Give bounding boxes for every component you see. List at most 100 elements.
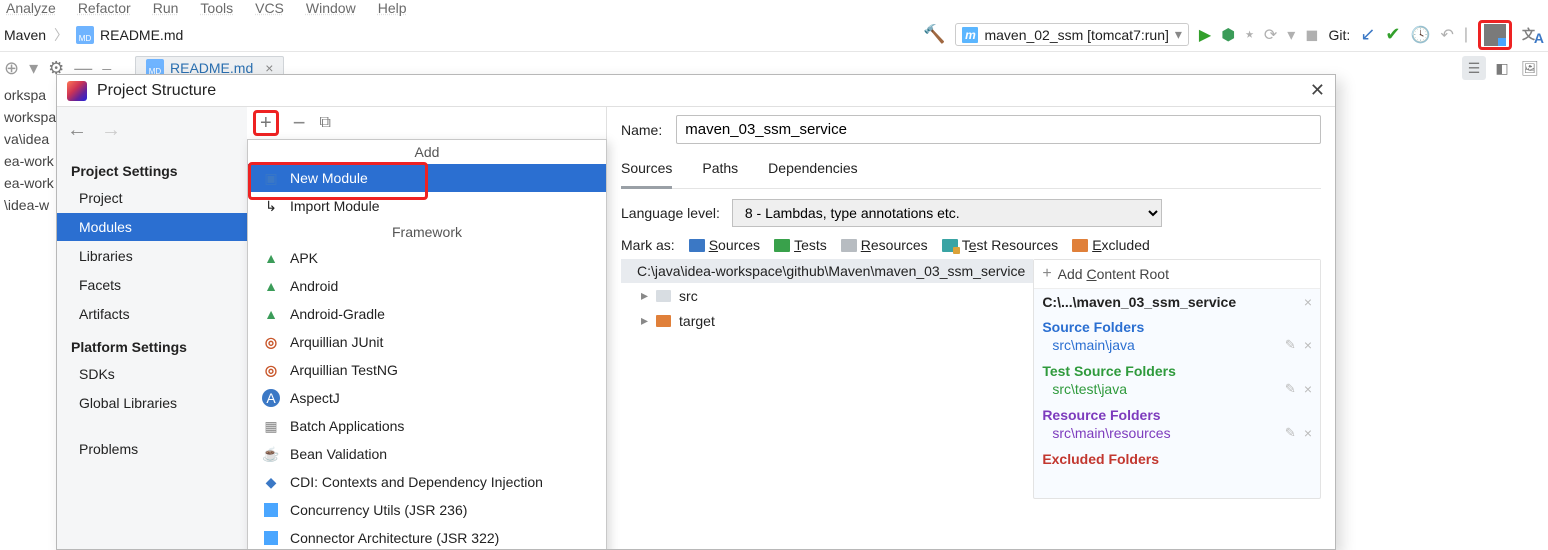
- tab-dependencies[interactable]: Dependencies: [768, 154, 858, 188]
- remove-root-icon[interactable]: ×: [1304, 294, 1312, 310]
- mark-resources-button[interactable]: Resources: [841, 237, 928, 253]
- close-icon[interactable]: ✕: [1310, 80, 1325, 101]
- menu-bar: Analyze Refactor Run Tools VCS Window He…: [0, 0, 1548, 18]
- expand-icon[interactable]: ▸: [641, 312, 648, 329]
- menu-help[interactable]: Help: [378, 0, 407, 18]
- menu-window[interactable]: Window: [306, 0, 356, 18]
- content-root-node[interactable]: C:\java\idea-workspace\github\Maven\mave…: [621, 259, 1033, 283]
- run-icon[interactable]: ▶: [1199, 25, 1211, 45]
- module-tabs: Sources Paths Dependencies: [621, 154, 1321, 189]
- remove-icon[interactable]: ×: [1304, 381, 1312, 397]
- mark-excluded-button[interactable]: Excluded: [1072, 237, 1150, 253]
- add-config-icon[interactable]: ⊕: [4, 58, 19, 79]
- popup-item-aspectj[interactable]: AAspectJ: [248, 384, 606, 412]
- git-label: Git:: [1329, 27, 1351, 43]
- popup-item-android[interactable]: ▲Android: [248, 272, 606, 300]
- remove-module-button[interactable]: −: [293, 110, 306, 136]
- popup-item-label: Connector Architecture (JSR 322): [290, 530, 499, 546]
- test-source-folder-item[interactable]: src\test\java ✎×: [1034, 379, 1320, 403]
- menu-analyze[interactable]: Analyze: [6, 0, 56, 18]
- content-root-item[interactable]: C:\...\maven_03_ssm_service ×: [1034, 289, 1320, 315]
- run-config-selector[interactable]: m maven_02_ssm [tomcat7:run] ▾: [955, 23, 1188, 46]
- import-icon: ↳: [262, 197, 280, 215]
- add-popup: Add ▣ New Module ↳ Import Module Framewo…: [247, 139, 607, 549]
- back-icon[interactable]: ←: [67, 119, 87, 142]
- popup-item-bean-validation[interactable]: ☕Bean Validation: [248, 440, 606, 468]
- source-folder-item[interactable]: src\main\java ✎×: [1034, 335, 1320, 359]
- sidebar-item-project[interactable]: Project: [57, 184, 247, 212]
- debug-icon[interactable]: ⬢: [1221, 25, 1235, 45]
- mark-tests-button[interactable]: Tests: [774, 237, 827, 253]
- forward-icon[interactable]: →: [101, 119, 121, 142]
- git-update-icon[interactable]: ↙: [1360, 24, 1375, 45]
- menu-vcs[interactable]: VCS: [255, 0, 284, 18]
- copy-module-button[interactable]: ⧉: [320, 114, 331, 132]
- popup-item-apk[interactable]: ▲APK: [248, 244, 606, 272]
- sidebar-item-libraries[interactable]: Libraries: [57, 242, 247, 270]
- project-structure-icon[interactable]: [1484, 24, 1506, 46]
- sidebar-group-platform-settings: Platform Settings: [57, 329, 247, 359]
- expand-icon[interactable]: ▸: [641, 287, 648, 304]
- resource-folder-item[interactable]: src\main\resources ✎×: [1034, 423, 1320, 447]
- language-level-label: Language level:: [621, 205, 720, 221]
- sidebar-item-artifacts[interactable]: Artifacts: [57, 300, 247, 328]
- add-module-button[interactable]: +: [253, 110, 279, 136]
- popup-item-label: Bean Validation: [290, 446, 387, 462]
- popup-item-android-gradle[interactable]: ▲Android-Gradle: [248, 300, 606, 328]
- dialog-header: Project Structure ✕: [57, 75, 1335, 107]
- tree-fragment: va\idea: [0, 128, 56, 150]
- tree-node-src[interactable]: ▸ src: [621, 283, 1033, 308]
- breadcrumb-project[interactable]: Maven: [4, 27, 46, 43]
- expand-icon[interactable]: ▾: [29, 58, 38, 79]
- translate-icon[interactable]: 文A: [1522, 24, 1544, 46]
- build-icon[interactable]: 🔨: [923, 24, 945, 45]
- sidebar-item-facets[interactable]: Facets: [57, 271, 247, 299]
- breadcrumb[interactable]: Maven 〉 MD README.md: [4, 25, 923, 45]
- git-rollback-icon[interactable]: ↶: [1440, 25, 1453, 45]
- popup-item-import-module[interactable]: ↳ Import Module: [248, 192, 606, 220]
- tab-sources[interactable]: Sources: [621, 154, 672, 189]
- add-content-root-button[interactable]: + Add Content Root: [1034, 260, 1320, 289]
- sidebar-item-sdks[interactable]: SDKs: [57, 360, 247, 388]
- folder-icon: [689, 239, 705, 252]
- menu-refactor[interactable]: Refactor: [78, 0, 131, 18]
- remove-icon[interactable]: ×: [1304, 425, 1312, 441]
- popup-item-concurrency[interactable]: Concurrency Utils (JSR 236): [248, 496, 606, 524]
- edit-icon[interactable]: ✎: [1285, 425, 1296, 441]
- popup-item-new-module[interactable]: ▣ New Module: [248, 164, 606, 192]
- navigation-bar: Maven 〉 MD README.md 🔨 m maven_02_ssm [t…: [0, 18, 1548, 52]
- tree-node-label: src: [679, 288, 698, 304]
- sidebar-item-problems[interactable]: Problems: [57, 435, 247, 463]
- breadcrumb-file[interactable]: MD README.md: [76, 26, 183, 44]
- view-editor-icon[interactable]: ☰: [1462, 56, 1486, 80]
- popup-item-arquillian-testng[interactable]: ◎Arquillian TestNG: [248, 356, 606, 384]
- sidebar-item-global-libraries[interactable]: Global Libraries: [57, 389, 247, 417]
- module-name-input[interactable]: [676, 115, 1321, 144]
- arquillian-icon: ◎: [262, 361, 280, 379]
- mark-test-resources-button[interactable]: Test Resources: [942, 237, 1059, 253]
- stop-icon[interactable]: ◼: [1305, 25, 1318, 45]
- popup-item-cdi[interactable]: ◆CDI: Contexts and Dependency Injection: [248, 468, 606, 496]
- language-level-select[interactable]: 8 - Lambdas, type annotations etc.: [732, 199, 1162, 227]
- mark-sources-button[interactable]: SSourcesources: [689, 237, 760, 253]
- git-commit-icon[interactable]: ✔: [1385, 24, 1400, 45]
- sidebar-item-modules[interactable]: Modules: [57, 213, 247, 241]
- tab-paths[interactable]: Paths: [702, 154, 738, 188]
- popup-item-connector[interactable]: Connector Architecture (JSR 322): [248, 524, 606, 549]
- view-preview-icon[interactable]: 🖼: [1518, 56, 1542, 80]
- menu-tools[interactable]: Tools: [200, 0, 233, 18]
- dropdown-icon: ▾: [1175, 26, 1182, 43]
- coverage-icon[interactable]: ⭑: [1245, 26, 1254, 44]
- view-split-icon[interactable]: ◧: [1490, 56, 1514, 80]
- menu-run[interactable]: Run: [153, 0, 179, 18]
- remove-icon[interactable]: ×: [1304, 337, 1312, 353]
- popup-item-arquillian-junit[interactable]: ◎Arquillian JUnit: [248, 328, 606, 356]
- profile-icon[interactable]: ⟳: [1264, 25, 1277, 45]
- profile-dropdown-icon[interactable]: ▾: [1287, 25, 1295, 45]
- tree-node-target[interactable]: ▸ target: [621, 308, 1033, 333]
- edit-icon[interactable]: ✎: [1285, 381, 1296, 397]
- arquillian-icon: ◎: [262, 333, 280, 351]
- edit-icon[interactable]: ✎: [1285, 337, 1296, 353]
- popup-item-batch[interactable]: ▦Batch Applications: [248, 412, 606, 440]
- git-history-icon[interactable]: 🕓: [1411, 25, 1431, 45]
